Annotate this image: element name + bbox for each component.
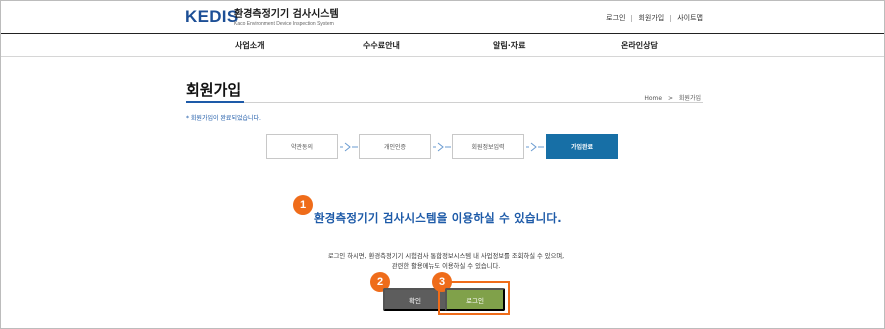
title-underline	[186, 101, 703, 103]
site-header: KEDIS 환경측정기기 검사시스템 Kaco Environment Devi…	[1, 1, 884, 33]
step-terms: 약관동의	[266, 134, 338, 159]
login-button[interactable]: 로그인	[445, 288, 505, 311]
sitemap-link[interactable]: 사이트맵	[677, 13, 703, 23]
breadcrumb-separator-icon: >	[667, 95, 673, 102]
login-link[interactable]: 로그인	[606, 13, 625, 23]
nav-item-consult[interactable]: 온라인상담	[621, 40, 658, 51]
divider	[631, 14, 633, 22]
breadcrumb-home[interactable]: Home	[644, 95, 662, 102]
step-complete: 가입완료	[546, 134, 618, 159]
description-line-2: 관련한 활용메뉴도 이용하실 수 있습니다.	[391, 263, 501, 270]
divider	[670, 14, 672, 22]
browser-frame: KEDIS 환경측정기기 검사시스템 Kaco Environment Devi…	[0, 0, 885, 329]
breadcrumb-current: 회원가입	[678, 95, 701, 102]
arrow-right-icon	[340, 142, 358, 152]
logo-subtitle: Kaco Environment Device Inspection Syste…	[234, 21, 334, 27]
main-navigation: 사업소개 수수료안내 알림·자료 온라인상담	[1, 33, 884, 57]
utility-links: 로그인 회원가입 사이트맵	[606, 13, 703, 23]
nav-item-business[interactable]: 사업소개	[235, 40, 264, 51]
success-headline: 환경측정기기 검사시스템을 이용하실 수 있습니다.	[314, 211, 562, 225]
nav-item-notices[interactable]: 알림·자료	[493, 40, 525, 51]
description-line-1: 로그인 하시면, 환경측정기기 시험검사 통합정보시스템 내 사업정보를 조회하…	[327, 253, 565, 260]
arrow-right-icon	[433, 142, 451, 152]
nav-item-fees[interactable]: 수수료안내	[363, 40, 400, 51]
signup-link[interactable]: 회원가입	[638, 13, 664, 23]
callout-badge-1: 1	[293, 195, 313, 215]
breadcrumb: Home > 회원가입	[644, 93, 701, 102]
logo-name: 환경측정기기 검사시스템	[234, 9, 339, 20]
step-identity: 개인인증	[359, 134, 431, 159]
step-member-info: 회원정보입력	[452, 134, 524, 159]
title-underline-accent	[186, 101, 244, 103]
arrow-right-icon	[526, 142, 544, 152]
completion-notice: * 회원가입이 완료되었습니다.	[186, 115, 261, 122]
logo-mark: KEDIS	[185, 7, 239, 26]
page-title: 회원가입	[186, 81, 242, 99]
